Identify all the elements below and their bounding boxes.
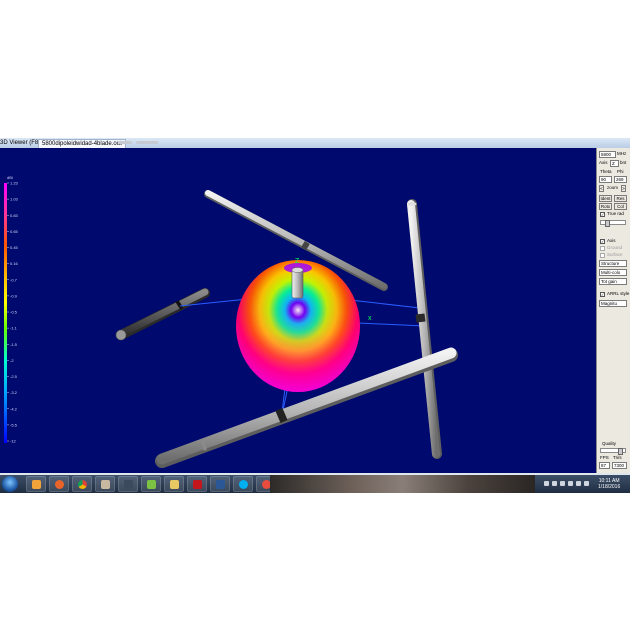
zoom-in-button[interactable]: > xyxy=(621,185,626,192)
tot-gain-select[interactable]: Tot gain xyxy=(599,278,627,285)
structure-select[interactable]: Structure xyxy=(599,260,627,267)
slider-thumb[interactable] xyxy=(605,220,610,227)
legend-unit: dBi xyxy=(7,175,13,180)
arrl-style-label: ARRL style xyxy=(607,291,630,296)
legend-tick-label: -12 xyxy=(10,439,17,444)
arrl-style-checkbox[interactable]: ✓ xyxy=(600,292,605,297)
legend-tick-label: 0.65 xyxy=(10,229,19,234)
ident-button[interactable]: Ident xyxy=(599,195,612,202)
axis-x-label: x xyxy=(368,315,372,322)
surface-checkbox[interactable] xyxy=(600,253,605,258)
axis-select[interactable]: Z xyxy=(610,160,619,167)
theta-label: Theta xyxy=(600,169,612,174)
legend-tick-label: -3.2 xyxy=(10,390,18,395)
chrome-icon[interactable] xyxy=(72,476,92,492)
slider-thumb[interactable] xyxy=(618,448,623,455)
title-bar: 3D Viewer (F8) 5800dipoleidwidad-4blade.… xyxy=(0,138,630,149)
legend-tick-label: -0.5 xyxy=(10,310,18,315)
center-element xyxy=(291,267,304,299)
axis-checkbox-label: Axis xyxy=(607,238,616,243)
magnitude-select[interactable]: Magnitu xyxy=(599,300,627,307)
legend-tick-label: -4.2 xyxy=(10,406,18,411)
outlook-icon[interactable] xyxy=(26,476,46,492)
axis-unit: bnt xyxy=(620,160,627,165)
quality-label: Quality xyxy=(602,441,617,446)
window-title: 3D Viewer (F8) xyxy=(0,140,41,146)
theta-input[interactable]: 90 xyxy=(599,176,612,183)
axis-checkbox[interactable]: ✓ xyxy=(600,239,605,244)
legend-color-bar xyxy=(4,183,7,443)
control-panel: 5800 MHz Axis Z bnt Theta Phi 90 269 < z… xyxy=(596,148,630,473)
title-extra xyxy=(118,141,132,144)
color-legend: dBi 1.23 1.03 0.83 0.65 0.45 0.16 -0.7 -0.9 -0.5… xyxy=(4,175,19,444)
axis-label: Axis xyxy=(599,160,608,165)
legend-tick-label: -1.5 xyxy=(10,342,18,347)
zoom-out-button[interactable]: < xyxy=(599,185,604,192)
true-rad-checkbox[interactable]: ✓ xyxy=(600,212,605,217)
legend-tick-label: -0.9 xyxy=(10,293,18,298)
phi-input[interactable]: 269 xyxy=(614,176,627,183)
start-button[interactable] xyxy=(2,476,18,492)
right-vertical-element xyxy=(407,199,442,459)
legend-tick-label: -1.1 xyxy=(10,326,18,331)
word-icon[interactable] xyxy=(210,476,230,492)
media-icon[interactable] xyxy=(118,476,138,492)
col-button[interactable]: Col xyxy=(614,203,627,210)
legend-tick-label: 0.83 xyxy=(10,213,19,218)
axis-z-label: Z xyxy=(295,258,300,265)
firefox-icon[interactable] xyxy=(49,476,69,492)
tris-label: Tri/s xyxy=(613,455,622,460)
rotx-button[interactable]: Rotx xyxy=(599,203,612,210)
pattern-scene[interactable]: dBi 1.23 1.03 0.83 0.65 0.45 0.16 -0.7 -0.9 -0.5… xyxy=(0,148,596,473)
legend-tick-label: -2.5 xyxy=(10,374,18,379)
quality-slider[interactable] xyxy=(600,448,626,455)
system-tray: 10:11 AM 1/18/2016 xyxy=(540,475,630,493)
calculator-icon[interactable] xyxy=(95,476,115,492)
skype-icon[interactable] xyxy=(233,476,253,492)
legend-tick-label: -0.7 xyxy=(10,277,18,282)
true-rad-slider[interactable] xyxy=(600,220,626,227)
legend-tick-label: 1.03 xyxy=(10,197,19,202)
frequency-input[interactable]: 5800 xyxy=(599,151,616,158)
legend-tick-label: -5.5 xyxy=(10,422,18,427)
fps-label: FPS xyxy=(600,455,609,460)
multi-color-select[interactable]: Multi-colo xyxy=(599,269,627,276)
res-button[interactable]: Res xyxy=(614,195,627,202)
left-element xyxy=(115,288,210,341)
legend-tick-label: 0.16 xyxy=(10,261,19,266)
phi-label: Phi xyxy=(617,169,624,174)
ground-label: Ground xyxy=(607,245,623,250)
network-icon[interactable] xyxy=(568,481,573,486)
tray-icon[interactable] xyxy=(544,481,549,486)
fps-value: 87 xyxy=(599,462,610,469)
legend-tick-label: -2 xyxy=(10,358,14,363)
app-window: 3D Viewer (F8) 5800dipoleidwidad-4blade.… xyxy=(0,138,630,475)
clock-date: 1/18/2016 xyxy=(598,484,621,490)
flag-icon[interactable] xyxy=(584,481,589,486)
taskbar: 10:11 AM 1/18/2016 xyxy=(0,475,630,493)
ground-checkbox[interactable] xyxy=(600,246,605,251)
frequency-unit: MHz xyxy=(617,151,627,156)
tray-icon[interactable] xyxy=(552,481,557,486)
tray-icon[interactable] xyxy=(560,481,565,486)
3d-viewport[interactable]: dBi 1.23 1.03 0.83 0.65 0.45 0.16 -0.7 -0.9 -0.5… xyxy=(0,148,596,473)
title-extra xyxy=(136,141,158,144)
true-rad-label: True rad xyxy=(607,211,624,216)
legend-tick-label: 1.23 xyxy=(10,181,19,186)
acrobat-icon[interactable] xyxy=(187,476,207,492)
folder-icon[interactable] xyxy=(164,476,184,492)
clock[interactable]: 10:11 AM 1/18/2016 xyxy=(598,478,620,490)
taskbar-background-photo xyxy=(270,475,535,493)
tris-value: 7300 xyxy=(612,462,627,469)
volume-icon[interactable] xyxy=(576,481,581,486)
legend-tick-label: 0.45 xyxy=(10,245,19,250)
chart-app-icon[interactable] xyxy=(141,476,161,492)
surface-label: Surface xyxy=(607,252,623,257)
zoom-label: zoom xyxy=(607,185,619,190)
